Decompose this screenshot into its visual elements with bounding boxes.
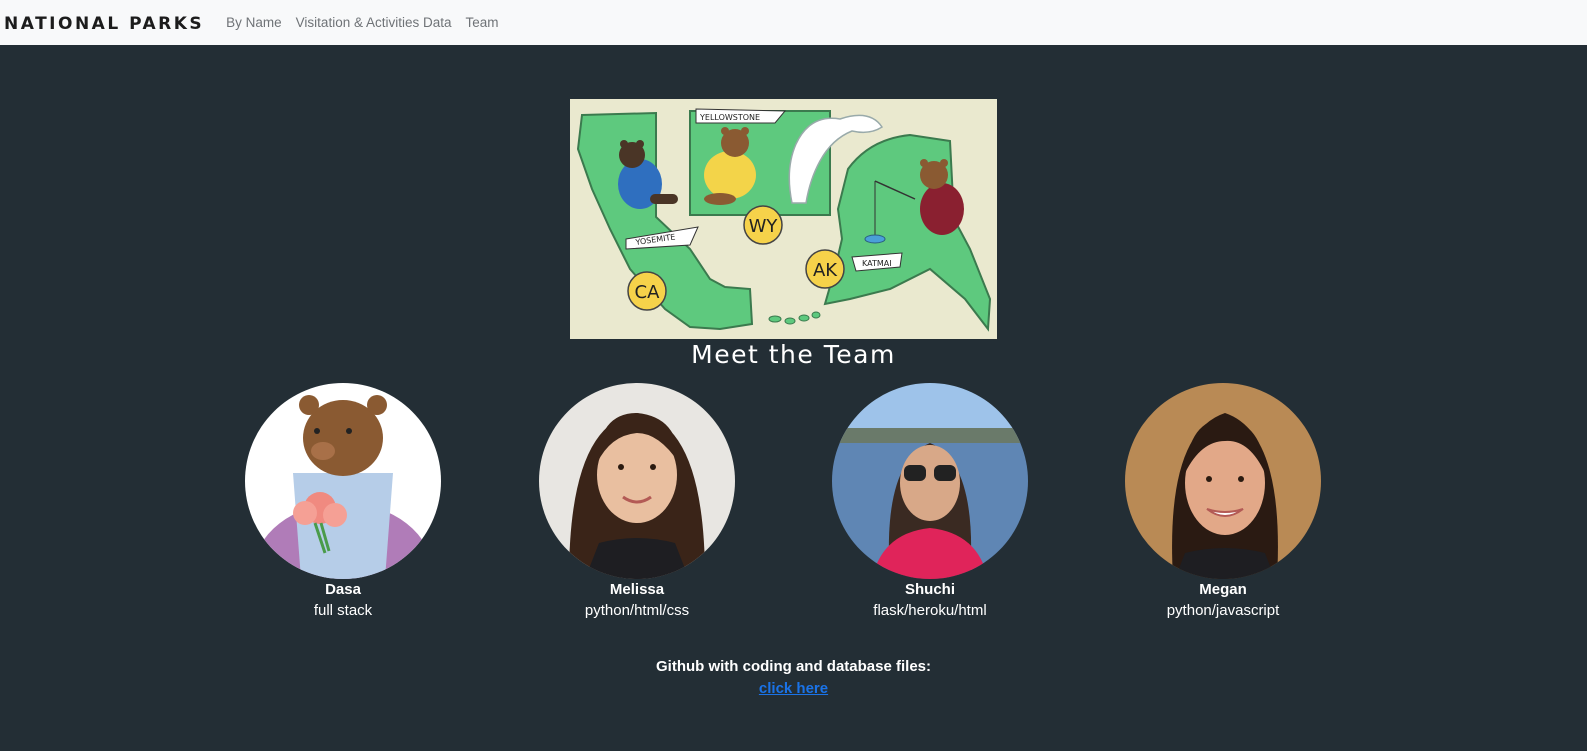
avatar	[245, 383, 441, 579]
ak-label: AK	[813, 260, 838, 281]
member-role: full stack	[313, 602, 373, 619]
ca-label: CA	[635, 282, 661, 303]
nav-link-by-name[interactable]: By Name	[226, 15, 282, 30]
member-role: python/javascript	[1166, 602, 1280, 619]
member-name: Shuchi	[904, 581, 955, 598]
alaska-shape	[823, 133, 992, 332]
member-name: Megan	[1199, 581, 1247, 598]
katmai-label: KATMAI	[862, 259, 892, 268]
team-member-card: Melissa python/html/css	[507, 383, 767, 619]
team-member-card: Megan python/javascript	[1093, 383, 1353, 619]
wy-label: WY	[749, 216, 779, 237]
brand-logo[interactable]: NATIONAL PARKS	[4, 14, 204, 34]
github-label: Github with coding and database files:	[655, 658, 932, 675]
nav-link-visitation-data[interactable]: Visitation & Activities Data	[296, 15, 452, 30]
avatar	[832, 383, 1028, 579]
member-role: python/html/css	[584, 602, 690, 619]
navbar: NATIONAL PARKS By Name Visitation & Acti…	[0, 0, 1587, 45]
avatar	[1125, 383, 1321, 579]
team-title: Meet the Team	[691, 340, 896, 369]
member-role: flask/heroku/html	[873, 602, 987, 619]
team-member-card: Dasa full stack	[213, 383, 473, 619]
yellowstone-label: YELLOWSTONE	[699, 113, 760, 122]
github-section: Github with coding and database files: c…	[0, 658, 1587, 698]
github-link[interactable]: click here	[759, 680, 828, 697]
nav-link-team[interactable]: Team	[466, 15, 499, 30]
team-member-card: Shuchi flask/heroku/html	[800, 383, 1060, 619]
member-name: Melissa	[609, 581, 665, 598]
member-name: Dasa	[325, 581, 361, 598]
hero-illustration: YELLOWSTONE YOSEMITE KATMAI CA WY AK	[570, 99, 997, 339]
yellowstone-flag: YELLOWSTONE	[695, 108, 787, 124]
avatar	[539, 383, 735, 579]
